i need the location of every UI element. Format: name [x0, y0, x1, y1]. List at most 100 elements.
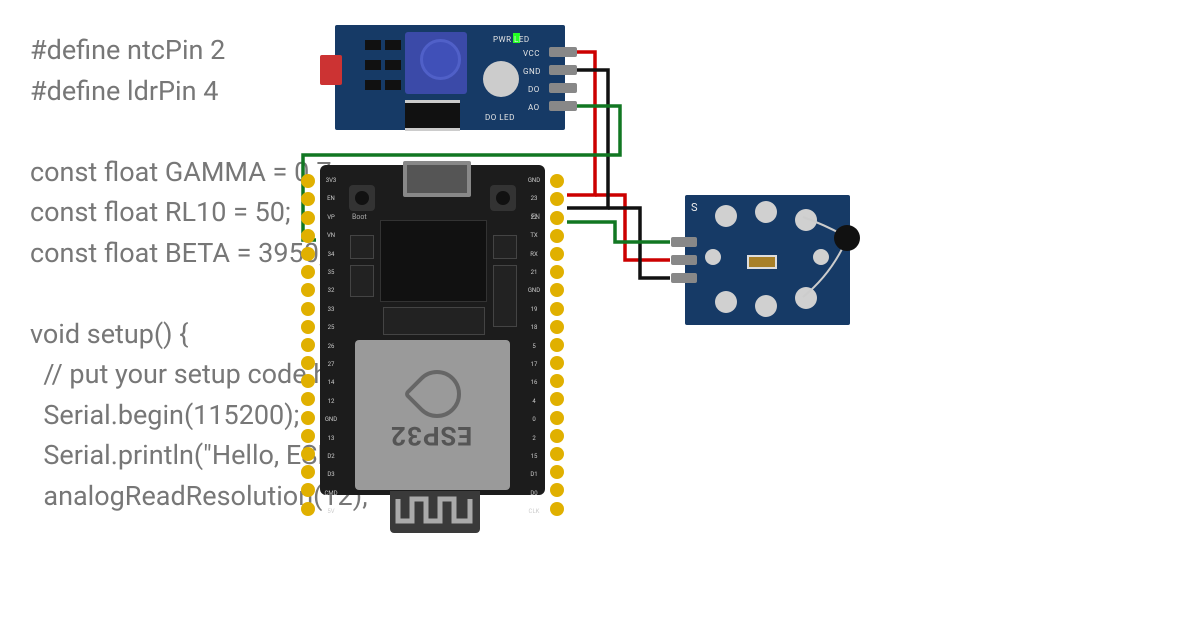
gpio-pin-5[interactable]	[550, 338, 564, 352]
pin-label-27: 27	[320, 361, 342, 368]
gpio-pin-21[interactable]	[550, 265, 564, 279]
gpio-pin-25[interactable]	[301, 320, 315, 334]
boot-button[interactable]	[349, 185, 375, 211]
pin-label-3V3: 3V3	[320, 177, 342, 184]
pin-label-23: 23	[523, 195, 545, 202]
pin-label-0: 0	[523, 416, 545, 423]
en-button[interactable]	[490, 185, 516, 211]
gpio-pin-32[interactable]	[301, 283, 315, 297]
gpio-pin-GND[interactable]	[301, 411, 315, 425]
pin-label-25: 25	[320, 324, 342, 331]
ntc-pin-vcc[interactable]	[671, 255, 697, 265]
gpio-pin-D0[interactable]	[550, 483, 564, 497]
shield-label: ESP32	[390, 420, 472, 450]
pin-header-right[interactable]: GND2322TXRX21GND19185171640215D1D0CLK	[547, 170, 567, 500]
ntc-thermistor-module[interactable]: S	[685, 195, 850, 325]
ldr-pin-gnd[interactable]	[549, 65, 577, 75]
pin-label-D3: D3	[320, 471, 342, 478]
gpio-pin-19[interactable]	[550, 302, 564, 316]
gpio-pin-18[interactable]	[550, 320, 564, 334]
gpio-pin-0[interactable]	[550, 411, 564, 425]
pin-label-2: 2	[523, 435, 545, 442]
pin-label-CLK: CLK	[523, 508, 545, 515]
gpio-pin-4[interactable]	[550, 392, 564, 406]
ldr-pin-ao[interactable]	[549, 101, 577, 111]
boot-label: Boot	[352, 213, 367, 221]
pwr-led-label: PWR LED	[493, 35, 530, 44]
pin-label-5V: 5V	[320, 508, 342, 515]
gnd-label: GND	[523, 67, 541, 76]
gpio-pin-17[interactable]	[550, 356, 564, 370]
gpio-pin-D1[interactable]	[550, 465, 564, 479]
gpio-pin-26[interactable]	[301, 338, 315, 352]
gpio-pin-2[interactable]	[550, 429, 564, 443]
gpio-pin-5V[interactable]	[301, 502, 315, 516]
gpio-pin-D3[interactable]	[301, 465, 315, 479]
gpio-pin-VN[interactable]	[301, 229, 315, 243]
pin-header-left[interactable]: 3V3ENVPVN343532332526271412GND13D2D3CMD5…	[298, 170, 318, 500]
pin-label-35: 35	[320, 269, 342, 276]
gpio-pin-EN[interactable]	[301, 192, 315, 206]
wiring-diagram	[0, 0, 1200, 630]
esp32-cpu	[380, 220, 487, 302]
pin-label-15: 15	[523, 453, 545, 460]
photoresistor	[320, 55, 342, 85]
ldr-pin-do[interactable]	[549, 83, 577, 93]
micro-usb-port[interactable]	[403, 161, 471, 197]
thermistor-bead	[834, 225, 860, 251]
pin-label-D0: D0	[523, 490, 545, 497]
gpio-pin-13[interactable]	[301, 429, 315, 443]
gpio-pin-23[interactable]	[550, 192, 564, 206]
gpio-pin-CMD[interactable]	[301, 483, 315, 497]
pin-label-GND: GND	[523, 287, 545, 294]
ldr-pin-vcc[interactable]	[549, 47, 577, 57]
gpio-pin-3V3[interactable]	[301, 174, 315, 188]
gpio-pin-12[interactable]	[301, 392, 315, 406]
gpio-pin-GND[interactable]	[550, 283, 564, 297]
wifi-shield	[355, 340, 510, 490]
en-label: EN	[531, 213, 540, 221]
do-led-label: DO LED	[485, 113, 515, 122]
pin-label-RX: RX	[523, 251, 545, 258]
do-label: DO	[528, 85, 540, 94]
pin-label-VP: VP	[320, 214, 342, 221]
pin-label-34: 34	[320, 251, 342, 258]
pin-label-17: 17	[523, 361, 545, 368]
gpio-pin-15[interactable]	[550, 447, 564, 461]
pcb-antenna	[390, 491, 480, 533]
pin-label-EN: EN	[320, 195, 342, 202]
pin-label-GND: GND	[523, 177, 545, 184]
gpio-pin-35[interactable]	[301, 265, 315, 279]
pin-label-GND: GND	[320, 416, 342, 423]
espressif-logo-icon	[403, 360, 471, 428]
capacitor	[483, 61, 519, 97]
pin-label-TX: TX	[523, 232, 545, 239]
pin-label-12: 12	[320, 398, 342, 405]
gpio-pin-CLK[interactable]	[550, 502, 564, 516]
ntc-pin-s[interactable]	[671, 237, 697, 247]
pin-label-D1: D1	[523, 471, 545, 478]
potentiometer-knob[interactable]	[420, 39, 461, 80]
pin-label-CMD: CMD	[320, 490, 342, 497]
gpio-pin-VP[interactable]	[301, 211, 315, 225]
gpio-pin-16[interactable]	[550, 374, 564, 388]
comparator-ic	[405, 100, 460, 131]
ntc-pin-gnd[interactable]	[671, 273, 697, 283]
gpio-pin-27[interactable]	[301, 356, 315, 370]
gpio-pin-RX[interactable]	[550, 247, 564, 261]
pin-label-13: 13	[320, 435, 342, 442]
gpio-pin-33[interactable]	[301, 302, 315, 316]
pin-label-VN: VN	[320, 232, 342, 239]
gpio-pin-22[interactable]	[550, 211, 564, 225]
gpio-pin-TX[interactable]	[550, 229, 564, 243]
pin-label-26: 26	[320, 343, 342, 350]
pin-label-18: 18	[523, 324, 545, 331]
gpio-pin-D2[interactable]	[301, 447, 315, 461]
esp32-devkit[interactable]: 3V3ENVPVN343532332526271412GND13D2D3CMD5…	[295, 165, 570, 535]
gpio-pin-34[interactable]	[301, 247, 315, 261]
ldr-sensor-module[interactable]: PWR LED DO LED VCC GND DO AO	[335, 25, 565, 130]
gpio-pin-GND[interactable]	[550, 174, 564, 188]
vcc-label: VCC	[523, 49, 540, 58]
pin-label-19: 19	[523, 306, 545, 313]
gpio-pin-14[interactable]	[301, 374, 315, 388]
